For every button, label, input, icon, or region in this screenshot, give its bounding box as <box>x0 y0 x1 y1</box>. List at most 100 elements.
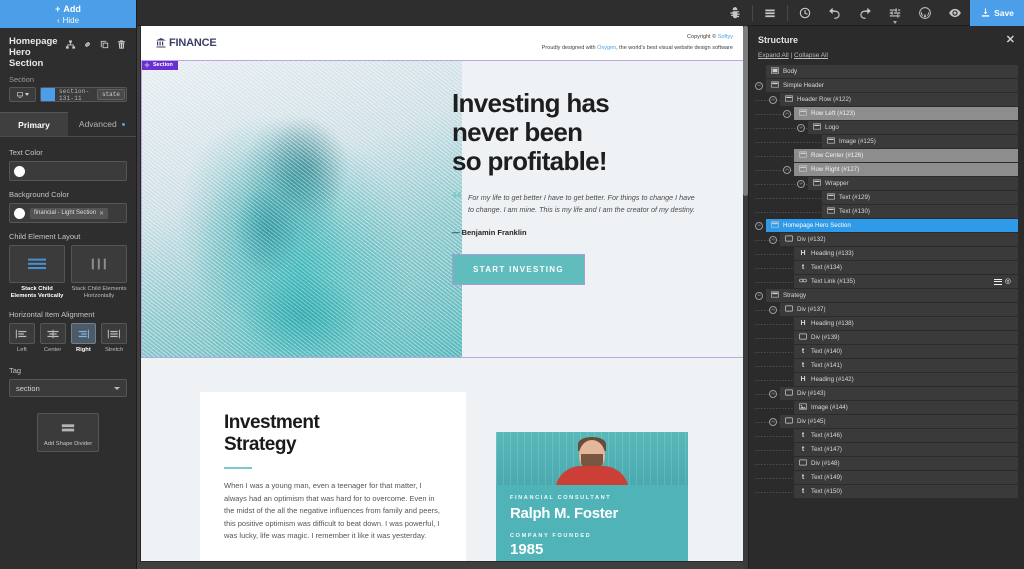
tab-advanced[interactable]: Advanced <box>68 112 136 136</box>
stack-vertical-button[interactable] <box>9 245 65 283</box>
structure-node[interactable]: t Text (#147) <box>794 443 1018 456</box>
structure-tree-row[interactable]: − Row Right (#127) <box>755 163 1018 176</box>
collapse-toggle-icon[interactable]: − <box>755 221 763 230</box>
structure-tree-row[interactable]: Text (#130) <box>755 205 1018 218</box>
site-logo[interactable]: FINANCE <box>155 37 217 49</box>
structure-tree-row[interactable]: − Homepage Hero Section <box>755 219 1018 232</box>
structure-node[interactable]: Text (#130) <box>822 205 1018 218</box>
structure-tree-row[interactable]: − Wrapper <box>755 177 1018 190</box>
background-color-swatch[interactable] <box>14 207 25 219</box>
collapse-toggle-icon[interactable]: − <box>783 109 791 118</box>
tag-select[interactable]: section <box>9 379 127 397</box>
structure-node[interactable]: Wrapper <box>808 177 1018 190</box>
collapse-toggle-icon[interactable]: − <box>797 179 805 188</box>
redo-icon[interactable] <box>850 0 880 26</box>
structure-node[interactable]: Row Left (#123) <box>794 107 1018 120</box>
structure-tree-row[interactable]: t Text (#140) <box>755 345 1018 358</box>
collapse-all-link[interactable]: Collapse All <box>794 52 828 59</box>
structure-tree-row[interactable]: − Div (#132) <box>755 233 1018 246</box>
structure-tree-row[interactable]: − Row Left (#123) <box>755 107 1018 120</box>
collapse-toggle-icon[interactable]: − <box>755 81 763 90</box>
structure-node[interactable]: Simple Header <box>766 79 1018 92</box>
structure-node[interactable]: t Text (#150) <box>794 485 1018 498</box>
structure-tree-row[interactable]: − Header Row (#122) <box>755 93 1018 106</box>
structure-tree-row[interactable]: t Text (#146) <box>755 429 1018 442</box>
structure-tree-row[interactable]: H Heading (#138) <box>755 317 1018 330</box>
structure-node[interactable]: Div (#132) <box>780 233 1018 246</box>
collapse-toggle-icon[interactable]: − <box>769 389 777 398</box>
settings-sliders-icon[interactable] <box>880 0 910 26</box>
drag-handle-icon[interactable] <box>993 278 1002 285</box>
structure-node[interactable]: H Heading (#133) <box>794 247 1018 260</box>
structure-tree-row[interactable]: Row Center (#126) <box>755 149 1018 162</box>
align-right-button[interactable] <box>70 323 97 344</box>
collapse-toggle-icon[interactable]: − <box>769 235 777 244</box>
structure-node[interactable]: Div (#139) <box>794 331 1018 344</box>
structure-node[interactable]: Image (#125) <box>822 135 1018 148</box>
page-preview-frame[interactable]: FINANCE Copyright © Softyy Proudly desig… <box>141 26 747 561</box>
expand-all-link[interactable]: Expand All <box>758 52 789 59</box>
undo-icon[interactable] <box>820 0 850 26</box>
align-stretch-button[interactable] <box>101 323 127 344</box>
structure-node[interactable]: Div (#137) <box>780 303 1018 316</box>
history-clock-icon[interactable] <box>790 0 820 26</box>
structure-node[interactable]: Text (#129) <box>822 191 1018 204</box>
device-selector-button[interactable] <box>9 87 36 102</box>
structure-node[interactable]: t Text (#149) <box>794 471 1018 484</box>
structure-tree-row[interactable]: H Heading (#133) <box>755 247 1018 260</box>
wordpress-icon[interactable] <box>910 0 940 26</box>
structure-node[interactable]: Strategy <box>766 289 1018 302</box>
structure-node[interactable]: t Text (#140) <box>794 345 1018 358</box>
structure-node[interactable]: Homepage Hero Section <box>766 219 1018 232</box>
collapse-toggle-icon[interactable]: − <box>769 95 777 104</box>
save-button[interactable]: Save <box>970 0 1024 26</box>
bug-icon[interactable] <box>720 0 750 26</box>
structure-node[interactable]: Div (#143) <box>780 387 1018 400</box>
structure-tree-row[interactable]: − Simple Header <box>755 79 1018 92</box>
add-shape-divider-button[interactable]: Add Shape Divider <box>37 413 99 452</box>
selector-field[interactable]: section-131-11 state <box>40 87 127 102</box>
structure-tree-row[interactable]: − Div (#137) <box>755 303 1018 316</box>
structure-tree-row[interactable]: t Text (#147) <box>755 443 1018 456</box>
structure-node[interactable]: Image (#144) <box>794 401 1018 414</box>
structure-node[interactable]: Row Right (#127) <box>794 163 1018 176</box>
structure-tree-row[interactable]: H Heading (#142) <box>755 373 1018 386</box>
structure-tree-row[interactable]: Div (#148) <box>755 457 1018 470</box>
hero-section[interactable]: Section Investing has never been so prof… <box>141 60 747 358</box>
structure-tree-row[interactable]: Text (#129) <box>755 191 1018 204</box>
structure-node[interactable]: t Text (#134) <box>794 261 1018 274</box>
structure-tree-row[interactable]: Image (#144) <box>755 401 1018 414</box>
structure-tree-row[interactable]: − Div (#145) <box>755 415 1018 428</box>
collapse-toggle-icon[interactable]: − <box>755 291 763 300</box>
structure-node[interactable]: t Text (#146) <box>794 429 1018 442</box>
start-investing-button[interactable]: START INVESTING <box>452 254 585 285</box>
structure-node[interactable]: Row Center (#126) <box>794 149 1018 162</box>
link-icon[interactable] <box>82 37 93 55</box>
section-badge[interactable]: Section <box>142 61 178 70</box>
structure-tree-row[interactable]: t Text (#150) <box>755 485 1018 498</box>
structure-node[interactable]: Header Row (#122) <box>780 93 1018 106</box>
align-center-button[interactable] <box>39 323 66 344</box>
structure-tree-row[interactable]: − Logo <box>755 121 1018 134</box>
state-button[interactable]: state <box>96 89 125 100</box>
structure-node[interactable]: Div (#145) <box>780 415 1018 428</box>
close-icon[interactable]: ✕ <box>99 210 104 217</box>
structure-tree-row[interactable]: t Text (#149) <box>755 471 1018 484</box>
structure-node[interactable]: H Heading (#142) <box>794 373 1018 386</box>
background-color-chip[interactable]: financial - Light Section ✕ <box>30 207 109 219</box>
structure-tree-row[interactable]: Div (#139) <box>755 331 1018 344</box>
close-icon[interactable]: ✕ <box>1006 33 1015 46</box>
structure-row-actions[interactable]: ◎ <box>993 278 1011 285</box>
trash-icon[interactable] <box>116 37 127 55</box>
add-button[interactable]: + Add <box>0 4 136 14</box>
strategy-section[interactable]: Investment Strategy When I was a young m… <box>141 358 747 561</box>
background-color-field[interactable]: financial - Light Section ✕ <box>9 203 127 223</box>
preview-eye-icon[interactable] <box>940 0 970 26</box>
structure-node[interactable]: Body <box>766 65 1018 78</box>
structure-tree-row[interactable]: Image (#125) <box>755 135 1018 148</box>
collapse-toggle-icon[interactable]: − <box>797 123 805 132</box>
credit-link[interactable]: Oxygen <box>597 45 616 51</box>
structure-tree-row[interactable]: Text Link (#135) ◎ <box>755 275 1018 288</box>
structure-node[interactable]: t Text (#141) <box>794 359 1018 372</box>
hierarchy-icon[interactable] <box>65 37 76 55</box>
